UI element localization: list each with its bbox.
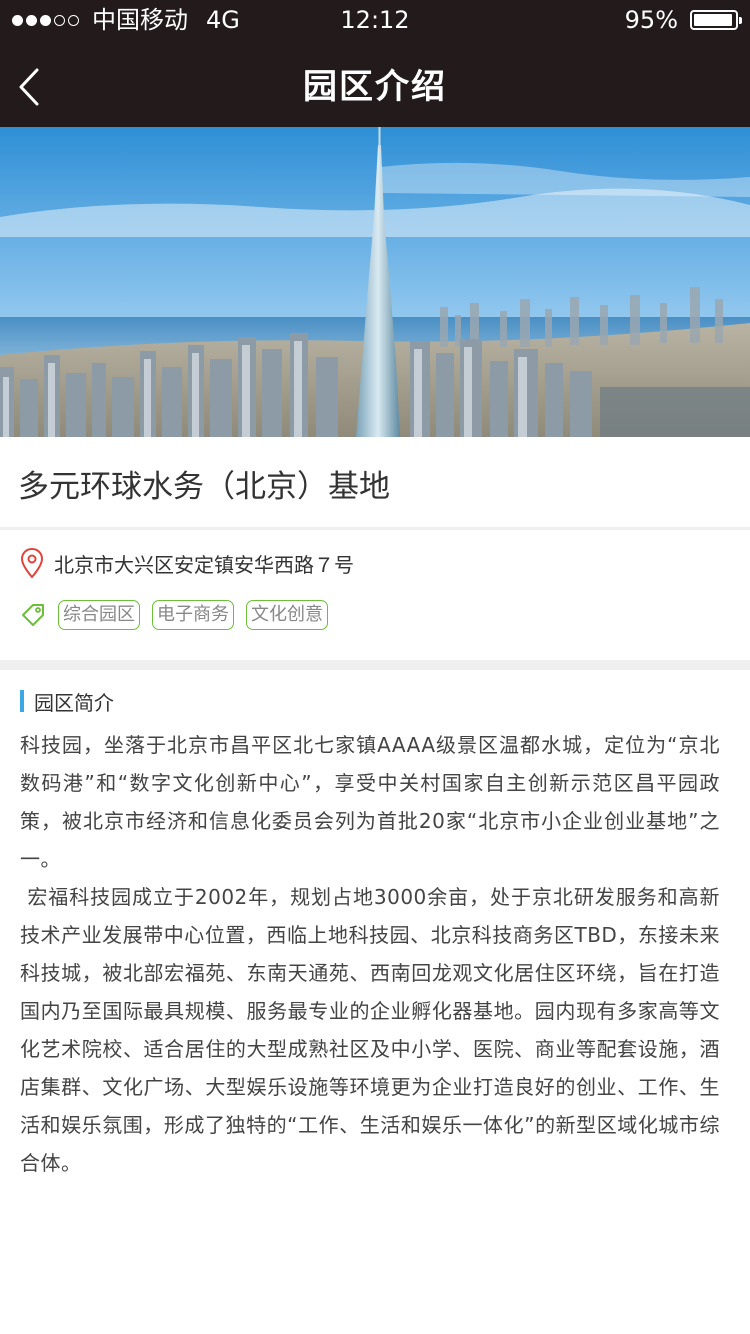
tag-cultural-creative: 文化创意 (246, 600, 328, 630)
tag-icon (22, 604, 44, 626)
intro-paragraph: 宏福科技园成立于2002年，规划占地3000余亩，处于京北研发服务和高新技术产业… (20, 885, 721, 1175)
tag-e-commerce: 电子商务 (152, 600, 234, 630)
intro-header: 园区简介 (20, 688, 114, 715)
battery-level (694, 14, 732, 26)
app-header: 中国移动 4G 12:12 95% 园区介绍 (0, 0, 750, 127)
page-title: 园区介绍 (303, 67, 447, 107)
battery-percentage: 95% (624, 6, 678, 34)
intro-body: 科技园，坐落于北京市昌平区北七家镇AAAA级景区温都水城，定位为“京北数码港”和… (20, 726, 720, 1182)
section-accent-bar (20, 690, 24, 712)
tags-row: 综合园区 电子商务 文化创意 (20, 598, 328, 632)
park-name-section: 多元环球水务（北京）基地 (0, 437, 750, 527)
park-info-section: 北京市大兴区安定镇安华西路７号 综合园区 电子商务 文化创意 (0, 530, 750, 660)
address-row: 北京市大兴区安定镇安华西路７号 (20, 546, 354, 580)
section-divider (0, 660, 750, 670)
park-hero-image (0, 127, 750, 437)
battery-icon (690, 10, 742, 30)
intro-title: 园区简介 (34, 690, 114, 715)
status-bar: 中国移动 4G 12:12 95% (0, 0, 750, 40)
city-skyline-image (0, 127, 750, 437)
park-name: 多元环球水务（北京）基地 (18, 469, 390, 505)
status-bar-right: 95% (624, 0, 742, 40)
tag-comprehensive-park: 综合园区 (58, 600, 140, 630)
nav-bar: 园区介绍 (0, 40, 750, 127)
intro-paragraph: 科技园，坐落于北京市昌平区北七家镇AAAA级景区温都水城，定位为“京北数码港”和… (20, 733, 720, 871)
park-address: 北京市大兴区安定镇安华西路７号 (54, 552, 354, 577)
location-pin-icon (20, 547, 44, 579)
